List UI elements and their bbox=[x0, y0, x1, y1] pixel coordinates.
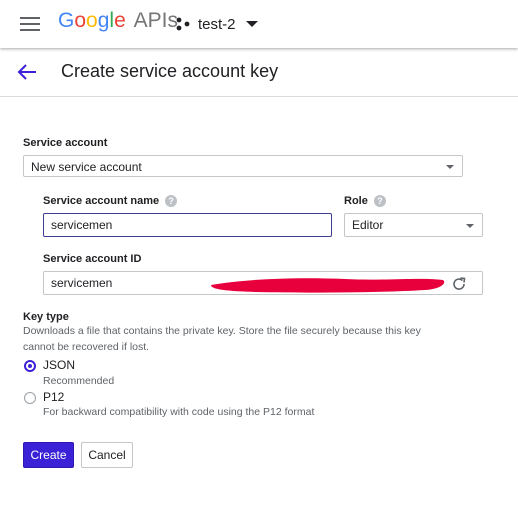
role-label: Role bbox=[344, 195, 368, 207]
cancel-button[interactable]: Cancel bbox=[81, 442, 133, 468]
json-option-sublabel: Recommended bbox=[43, 375, 115, 387]
back-arrow-icon[interactable] bbox=[16, 62, 38, 82]
service-account-name-label: Service account name bbox=[43, 195, 160, 207]
json-radio[interactable] bbox=[24, 360, 36, 372]
service-account-name-input[interactable]: servicemen bbox=[43, 213, 332, 237]
key-type-description: Downloads a file that contains the priva… bbox=[23, 325, 421, 353]
role-value: Editor bbox=[352, 218, 384, 232]
service-account-value: New service account bbox=[31, 160, 142, 174]
refresh-icon[interactable] bbox=[451, 276, 467, 292]
service-account-select[interactable]: New service account bbox=[23, 155, 463, 177]
json-option-label: JSON bbox=[43, 358, 76, 372]
service-account-id-label: Service account ID bbox=[43, 253, 142, 265]
service-account-label: Service account bbox=[23, 137, 108, 149]
p12-option-label: P12 bbox=[43, 390, 65, 404]
chevron-down-icon bbox=[245, 21, 258, 27]
redaction-scribble bbox=[211, 278, 445, 293]
page-header: Create service account key bbox=[0, 48, 518, 97]
create-button[interactable]: Create bbox=[23, 442, 74, 468]
service-account-name-value: servicemen bbox=[51, 218, 113, 232]
top-app-bar: Google APIs test-2 bbox=[0, 0, 518, 48]
google-apis-logo[interactable]: Google APIs bbox=[58, 9, 178, 33]
service-account-id-value: servicemen bbox=[51, 276, 113, 290]
role-select[interactable]: Editor bbox=[344, 213, 483, 237]
key-type-label: Key type bbox=[23, 311, 69, 323]
project-name: test-2 bbox=[198, 15, 236, 33]
menu-icon[interactable] bbox=[20, 17, 40, 31]
page-title: Create service account key bbox=[61, 61, 279, 81]
p12-radio[interactable] bbox=[24, 392, 36, 404]
project-selector[interactable]: test-2 bbox=[176, 13, 258, 35]
help-icon[interactable]: ? bbox=[165, 195, 178, 208]
project-icon bbox=[176, 17, 190, 31]
p12-option-sublabel: For backward compatibility with code usi… bbox=[43, 406, 315, 418]
role-label-row: Role? bbox=[344, 195, 386, 208]
help-icon[interactable]: ? bbox=[373, 195, 386, 208]
dropdown-arrow-icon bbox=[446, 165, 454, 169]
dropdown-arrow-icon bbox=[466, 224, 474, 228]
service-account-name-label-row: Service account name? bbox=[43, 195, 178, 208]
